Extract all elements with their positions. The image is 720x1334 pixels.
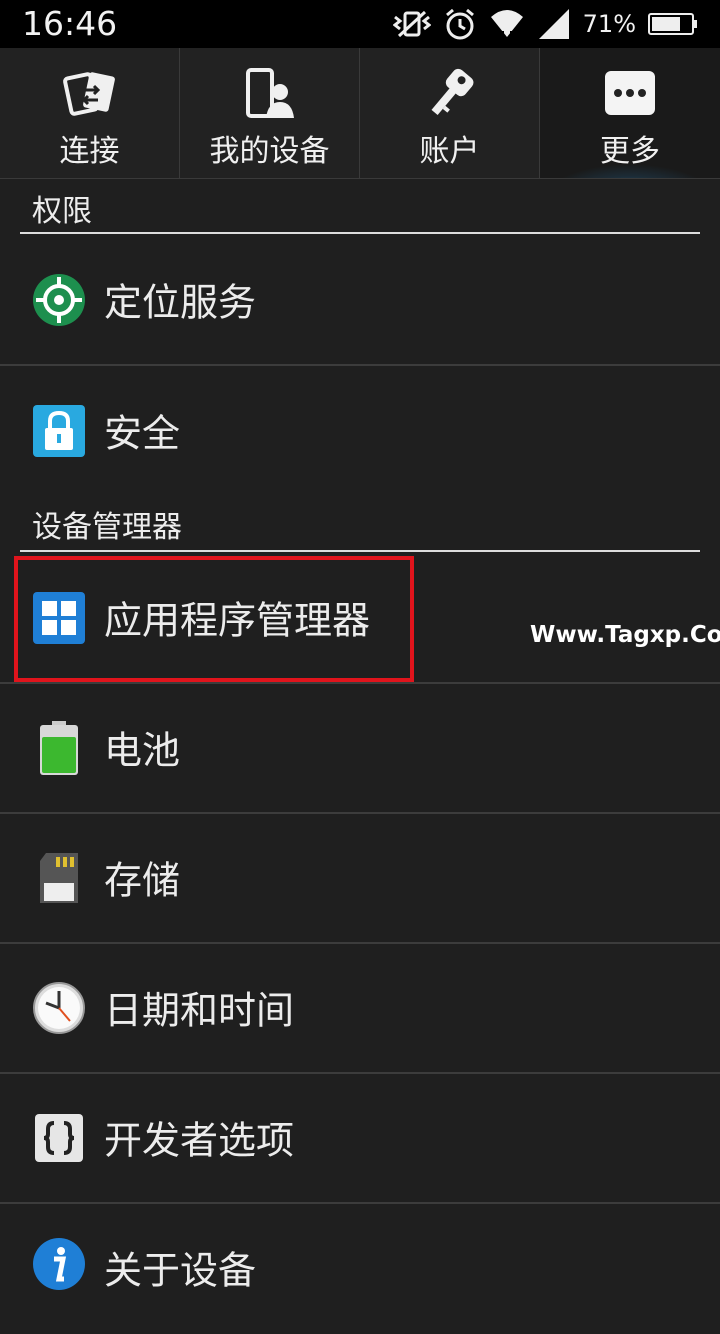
- list-item-storage[interactable]: 存储: [0, 814, 720, 944]
- list-item-app-manager[interactable]: 应用程序管理器: [0, 554, 720, 684]
- connection-icon: [62, 68, 118, 120]
- wifi-icon: [489, 7, 525, 41]
- list-item-developer-options[interactable]: 开发者选项: [0, 1074, 720, 1204]
- tab-label: 我的设备: [209, 134, 330, 169]
- tab-connections[interactable]: 连接: [0, 48, 180, 178]
- info-icon: [32, 1237, 86, 1291]
- status-bar: 16:46 71%: [0, 0, 720, 48]
- status-icons: 71%: [392, 6, 698, 42]
- apps-grid-icon: [32, 591, 86, 645]
- list-item-label: 定位服务: [104, 280, 257, 325]
- alarm-icon: [443, 7, 477, 41]
- tab-label: 更多: [600, 134, 660, 169]
- clock-icon: [32, 981, 86, 1035]
- list-item-label: 关于设备: [104, 1248, 257, 1293]
- my-device-icon: [242, 68, 298, 120]
- signal-icon: [537, 7, 571, 41]
- key-icon: [422, 68, 478, 120]
- settings-tab-bar: 连接 我的设备 账户 更多: [0, 48, 720, 179]
- clock: 16:46: [22, 4, 118, 43]
- more-icon: [602, 68, 658, 120]
- list-item-date-time[interactable]: 日期和时间: [0, 944, 720, 1074]
- list-item-battery[interactable]: 电池: [0, 684, 720, 814]
- battery-percent: 71%: [582, 10, 636, 38]
- tab-label: 账户: [419, 134, 480, 169]
- tab-label: 连接: [59, 134, 120, 169]
- list-item-location-service[interactable]: 定位服务: [0, 236, 720, 366]
- section-header-device-manager: 设备管理器: [20, 502, 700, 552]
- braces-icon: [32, 1111, 86, 1165]
- list-item-label: 应用程序管理器: [104, 598, 371, 643]
- location-icon: [32, 273, 86, 327]
- watermark: Www.Tagxp.Com: [530, 622, 720, 648]
- list-item-label: 安全: [104, 411, 181, 456]
- list-item-label: 电池: [104, 728, 181, 773]
- list-item-label: 开发者选项: [104, 1118, 295, 1163]
- lock-icon: [32, 404, 86, 458]
- section-header-permissions: 权限: [20, 186, 700, 234]
- list-item-label: 日期和时间: [104, 988, 295, 1033]
- battery-icon: [648, 12, 698, 36]
- tab-accounts[interactable]: 账户: [360, 48, 540, 178]
- sd-card-icon: [32, 851, 86, 905]
- list-item-security[interactable]: 安全: [0, 366, 720, 496]
- vibrate-icon: [392, 9, 431, 39]
- list-item-about-device[interactable]: 关于设备: [0, 1204, 720, 1334]
- tab-my-device[interactable]: 我的设备: [180, 48, 360, 178]
- battery-level-icon: [32, 721, 86, 775]
- list-item-label: 存储: [104, 858, 181, 903]
- tab-more[interactable]: 更多: [540, 48, 720, 178]
